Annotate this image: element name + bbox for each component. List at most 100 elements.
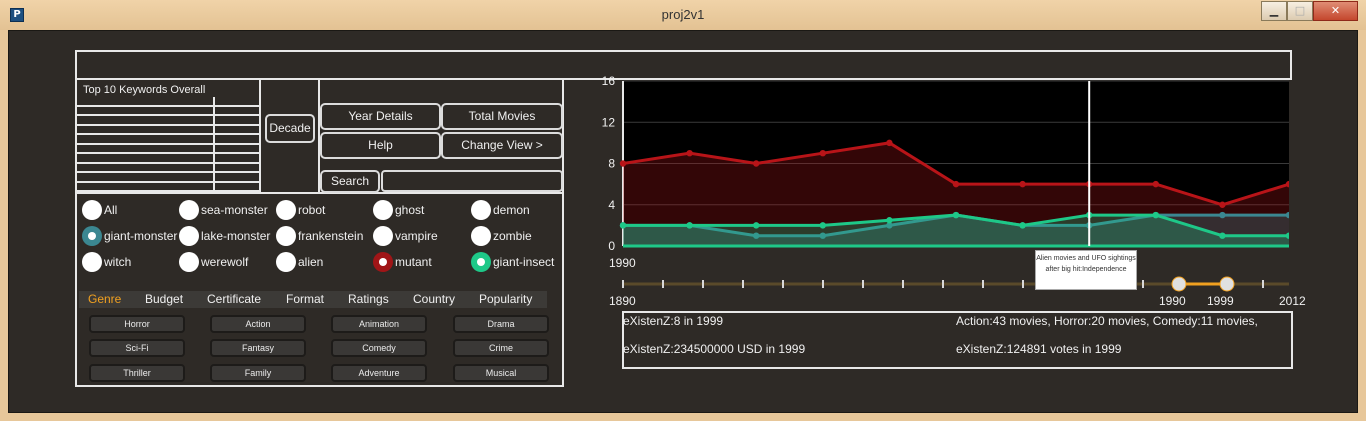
keyword-label: sea-monster	[201, 203, 268, 217]
radio-selected-dot	[379, 258, 387, 266]
keyword-radio-witch[interactable]	[82, 252, 102, 272]
timeline-range-end-label: 1999	[1207, 294, 1234, 308]
window-title-bar[interactable]: P proj2v1 ▁ □ ✕	[0, 0, 1366, 30]
tab-format[interactable]: Format	[286, 292, 324, 306]
genre-button-drama[interactable]: Drama	[453, 315, 549, 333]
genre-button-family[interactable]: Family	[210, 364, 306, 382]
keywords-title: Top 10 Keywords Overall	[83, 84, 206, 96]
keyword-radio-ghost[interactable]	[373, 200, 393, 220]
window-title: proj2v1	[661, 7, 705, 22]
keyword-radio-giant-monster[interactable]	[82, 226, 102, 246]
chart-y-tick-label: 8	[608, 157, 615, 171]
keyword-label: frankenstein	[298, 229, 364, 243]
table-row	[77, 97, 261, 107]
genre-button-comedy[interactable]: Comedy	[331, 339, 427, 357]
search-button[interactable]: Search	[320, 170, 380, 193]
chart-y-tick-label: 0	[608, 239, 615, 253]
keyword-radio-giant-insect[interactable]	[471, 252, 491, 272]
chart-data-point	[952, 211, 960, 219]
keyword-radio-All[interactable]	[82, 200, 102, 220]
keyword-label: mutant	[395, 255, 432, 269]
keyword-radio-mutant[interactable]	[373, 252, 393, 272]
genre-button-animation[interactable]: Animation	[331, 315, 427, 333]
keyword-radio-robot[interactable]	[276, 200, 296, 220]
table-row	[77, 173, 261, 183]
search-input[interactable]	[381, 170, 563, 192]
tab-country[interactable]: Country	[413, 292, 455, 306]
tab-popularity[interactable]: Popularity	[479, 292, 532, 306]
year-details-button[interactable]: Year Details	[320, 103, 441, 130]
total-movies-button[interactable]: Total Movies	[441, 103, 563, 130]
tab-genre[interactable]: Genre	[88, 292, 121, 306]
maximize-button[interactable]: □	[1287, 1, 1313, 21]
close-button[interactable]: ✕	[1313, 1, 1358, 21]
keyword-radio-lake-monster[interactable]	[179, 226, 199, 246]
chart-data-point	[1219, 211, 1226, 219]
event-tooltip: Alien movies and UFO sightings after big…	[1035, 250, 1137, 290]
info-line2-right: eXistenZ:124891 votes in 1999	[956, 342, 1122, 356]
table-row	[77, 116, 261, 126]
chart-data-point	[886, 139, 893, 147]
genre-button-horror[interactable]: Horror	[89, 315, 185, 333]
keyword-label: robot	[298, 203, 326, 217]
genre-button-musical[interactable]: Musical	[453, 364, 549, 382]
chart-data-point	[619, 160, 627, 167]
app-canvas: Top 10 Keywords Overall Decade Year Deta…	[8, 30, 1358, 413]
keyword-radio-demon[interactable]	[471, 200, 491, 220]
chart-data-point	[619, 222, 627, 229]
timeline-handle[interactable]	[1171, 276, 1187, 292]
table-row	[77, 125, 261, 135]
chart-data-point	[952, 180, 960, 188]
table-row	[77, 144, 261, 154]
genre-button-thriller[interactable]: Thriller	[89, 364, 185, 382]
genre-button-fantasy[interactable]: Fantasy	[210, 339, 306, 357]
keyword-label: ghost	[395, 203, 425, 217]
chart-data-point	[886, 217, 893, 224]
help-button[interactable]: Help	[320, 132, 441, 159]
decade-button[interactable]: Decade	[265, 114, 315, 143]
genre-button-adventure[interactable]: Adventure	[331, 364, 427, 382]
chart-data-point	[819, 149, 826, 157]
radio-selected-dot	[477, 258, 485, 266]
keyword-radio-alien[interactable]	[276, 252, 296, 272]
genre-button-crime[interactable]: Crime	[453, 339, 549, 357]
tab-budget[interactable]: Budget	[145, 292, 183, 306]
keyword-radio-sea-monster[interactable]	[179, 200, 199, 220]
genre-button-sci-fi[interactable]: Sci-Fi	[89, 339, 185, 357]
table-row	[77, 135, 261, 145]
info-line1-left: eXistenZ:8 in 1999	[623, 314, 724, 328]
chart-data-point	[686, 149, 693, 157]
keyword-trend-chart[interactable]: 16 12 8 4 0	[589, 76, 1289, 316]
keyword-radio-frankenstein[interactable]	[276, 226, 296, 246]
info-line2-left: eXistenZ:234500000 USD in 1999	[623, 342, 806, 356]
keyword-radio-vampire[interactable]	[373, 226, 393, 246]
keyword-label: giant-monster	[104, 229, 178, 243]
chart-data-point	[1152, 180, 1159, 188]
chart-data-point	[686, 222, 693, 229]
keyword-label: giant-insect	[493, 255, 555, 269]
tab-ratings[interactable]: Ratings	[348, 292, 389, 306]
timeline-handle[interactable]	[1219, 276, 1235, 292]
timeline-range-start-label: 1990	[1159, 294, 1186, 308]
timeline-min-label: 1890	[609, 294, 636, 308]
keyword-radio-zombie[interactable]	[471, 226, 491, 246]
chart-y-tick-label: 16	[602, 76, 616, 88]
change-view-button[interactable]: Change View >	[441, 132, 563, 159]
window-controls: ▁ □ ✕	[1261, 1, 1358, 21]
keyword-label: alien	[298, 255, 324, 269]
keyword-label: zombie	[493, 229, 532, 243]
genre-button-action[interactable]: Action	[210, 315, 306, 333]
info-line1-right: Action:43 movies, Horror:20 movies, Come…	[956, 314, 1258, 328]
timeline-max-label: 2012	[1279, 294, 1306, 308]
chart-data-point	[1219, 232, 1226, 239]
minimize-button[interactable]: ▁	[1261, 1, 1287, 21]
table-row	[77, 106, 261, 116]
tab-certificate[interactable]: Certificate	[207, 292, 261, 306]
chart-start-year: 1990	[609, 256, 636, 270]
keyword-label: lake-monster	[201, 229, 271, 243]
chart-data-point	[1219, 201, 1226, 208]
chart-data-point	[1019, 180, 1026, 188]
keyword-label: All	[104, 203, 118, 217]
chart-data-point	[819, 222, 826, 229]
keyword-radio-werewolf[interactable]	[179, 252, 199, 272]
